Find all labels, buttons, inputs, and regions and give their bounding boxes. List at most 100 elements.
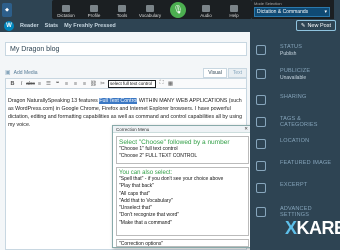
dragon-tools-label: Tools [116,13,128,18]
pencil-icon: ✎ [300,22,306,29]
option-add-vocabulary[interactable]: "Add that to Vocabulary" [119,198,246,205]
mode-selection-dropdown[interactable]: Dictation & Commands ▾ [254,7,330,17]
link-icon[interactable]: ⛓ [90,80,97,87]
dragon-vocabulary-label: Vocabulary [138,13,162,18]
align-center-icon[interactable]: ≡ [72,80,79,87]
dragon-audio-button[interactable]: Audio [192,0,220,19]
option-dont-recognize[interactable]: "Don't recognize that word" [119,212,246,219]
bold-icon[interactable]: B [9,80,16,87]
blockquote-icon[interactable]: ❝ [54,80,61,87]
dragon-audio-label: Audio [200,13,212,18]
sidebar-item-excerpt[interactable]: EXCERPT [250,180,340,200]
audio-icon [202,5,210,12]
mode-selection-label: Mode Selection [254,1,282,6]
sidebar-sub-status: Publish [280,51,297,57]
tab-visual[interactable]: Visual [203,68,227,78]
bullet-list-icon[interactable]: ≡ [36,80,43,87]
image-icon [256,161,266,171]
watermark-x: X [285,218,297,238]
sidebar-item-publicize[interactable]: PUBLICIZE Unavailable [250,66,340,86]
correction-menu-header: Correction Menu ✕ [113,126,251,133]
sharing-icon [256,95,266,105]
location-icon [256,139,266,149]
strikethrough-icon[interactable]: abc [26,80,35,87]
help-icon [230,5,238,12]
profile-icon [90,5,98,12]
sidebar-label-publicize: PUBLICIZE [280,68,311,74]
sidebar-label-advanced: ADVANCED SETTINGS [280,206,312,218]
excerpt-icon [256,183,266,193]
dragon-mode-panel: Mode Selection Dictation & Commands ▾ [252,0,334,19]
publicize-icon [256,69,266,79]
para-text-1: Dragon NaturallySpeaking 13 features [8,98,100,104]
tools-icon [118,5,126,12]
new-post-label: New Post [307,22,331,29]
mode-value: Dictation & Commands [257,9,309,15]
dragon-left: ◆ [2,1,27,18]
vocabulary-icon [146,5,154,12]
new-post-button[interactable]: ✎ New Post [295,20,336,31]
sidebar-item-location[interactable]: LOCATION [250,136,340,156]
wordpress-logo-icon[interactable]: W [4,21,14,31]
option-all-caps[interactable]: "All caps that" [119,191,246,198]
wp-nav: W Reader Stats My Freshly Pressed [0,20,116,32]
dragon-menu-bar: Dictation Profile Tools Vocabulary 🎙 Aud… [52,0,252,19]
nav-freshly-pressed[interactable]: My Freshly Pressed [64,23,116,29]
choice-2[interactable]: "Choose 2" FULL TEXT CONTROL [119,153,246,160]
xkare-watermark: XKARE [285,218,340,239]
sidebar-sub-publicize: Unavailable [280,75,307,81]
tag-icon [256,117,266,127]
option-make-command[interactable]: "Make that a command" [119,220,246,227]
option-unselect[interactable]: "Unselect that" [119,205,246,212]
dragon-dictation-label: Dictation [57,13,75,18]
dragon-help-button[interactable]: Help [220,0,248,19]
more-icon[interactable]: ▦ [167,80,174,87]
add-media-button[interactable]: Add Media [14,70,38,76]
dragon-dictation-button[interactable]: Dictation [52,0,80,19]
dragon-tools-button[interactable]: Tools [108,0,136,19]
dragon-profile-label: Profile [87,13,101,18]
nav-stats[interactable]: Stats [45,23,58,29]
sidebar-label-status: STATUS [280,44,303,50]
fullscreen-icon[interactable]: ⛶ [158,80,165,87]
sidebar-label-location: LOCATION [280,138,310,144]
choose-heading: Select "Choose" followed by a number [119,139,230,146]
format-toolbar: B I abc ≡ ☰ ❝ ≡ ≡ ≡ ⛓ ✂ select full text… [5,78,247,89]
sidebar-item-tags[interactable]: TAGS & CATEGORIES [250,114,340,134]
dragon-vocabulary-button[interactable]: Vocabulary [136,0,164,19]
add-media-icon: ▣ [5,70,11,76]
correction-menu-title: Correction Menu [116,126,150,132]
post-title-input[interactable]: My Dragon blog [5,42,247,56]
tab-text[interactable]: Text [227,68,247,78]
correction-options: You can also select: "Spell that" - if y… [116,167,249,236]
dragon-help-label: Help [229,13,239,18]
nav-reader[interactable]: Reader [20,23,39,29]
sidebar-label-featured-image: FEATURED IMAGE [280,160,332,166]
numbered-list-icon[interactable]: ☰ [45,80,52,87]
close-icon[interactable]: ✕ [244,126,248,132]
italic-icon[interactable]: I [18,80,25,87]
sidebar-item-sharing[interactable]: SHARING [250,92,340,112]
sidebar-item-status[interactable]: STATUS Publish [250,42,340,62]
editor-mode-tabs: Visual Text [203,68,247,78]
dragon-toolbar: ◆ Dictation Profile Tools Vocabulary 🎙 A… [0,0,340,19]
correction-menu: Correction Menu ✕ Select "Choose" follow… [112,125,252,248]
watermark-rest: KARE [296,218,340,238]
microphone-button[interactable]: 🎙 [170,1,186,18]
option-spell-that[interactable]: "Spell that" - if you don't see your cho… [119,176,246,183]
dictation-icon [62,5,70,12]
sidebar-item-featured-image[interactable]: FEATURED IMAGE [250,158,340,178]
status-icon [256,45,266,55]
correction-choices: Select "Choose" followed by a number "Ch… [116,136,249,164]
settings-icon [256,207,266,217]
chevron-down-icon: ▾ [324,9,327,15]
option-play-back[interactable]: "Play that back" [119,183,246,190]
align-right-icon[interactable]: ≡ [81,80,88,87]
dragon-profile-button[interactable]: Profile [80,0,108,19]
correction-options-link[interactable]: "Correction options" [119,241,246,248]
media-toolbar: ▣ Add Media Visual Text [5,68,247,78]
align-left-icon[interactable]: ≡ [63,80,70,87]
dragon-command-input[interactable]: select full text control [108,79,156,88]
unlink-icon[interactable]: ✂ [99,80,106,87]
dragon-logo-icon: ◆ [2,2,12,17]
